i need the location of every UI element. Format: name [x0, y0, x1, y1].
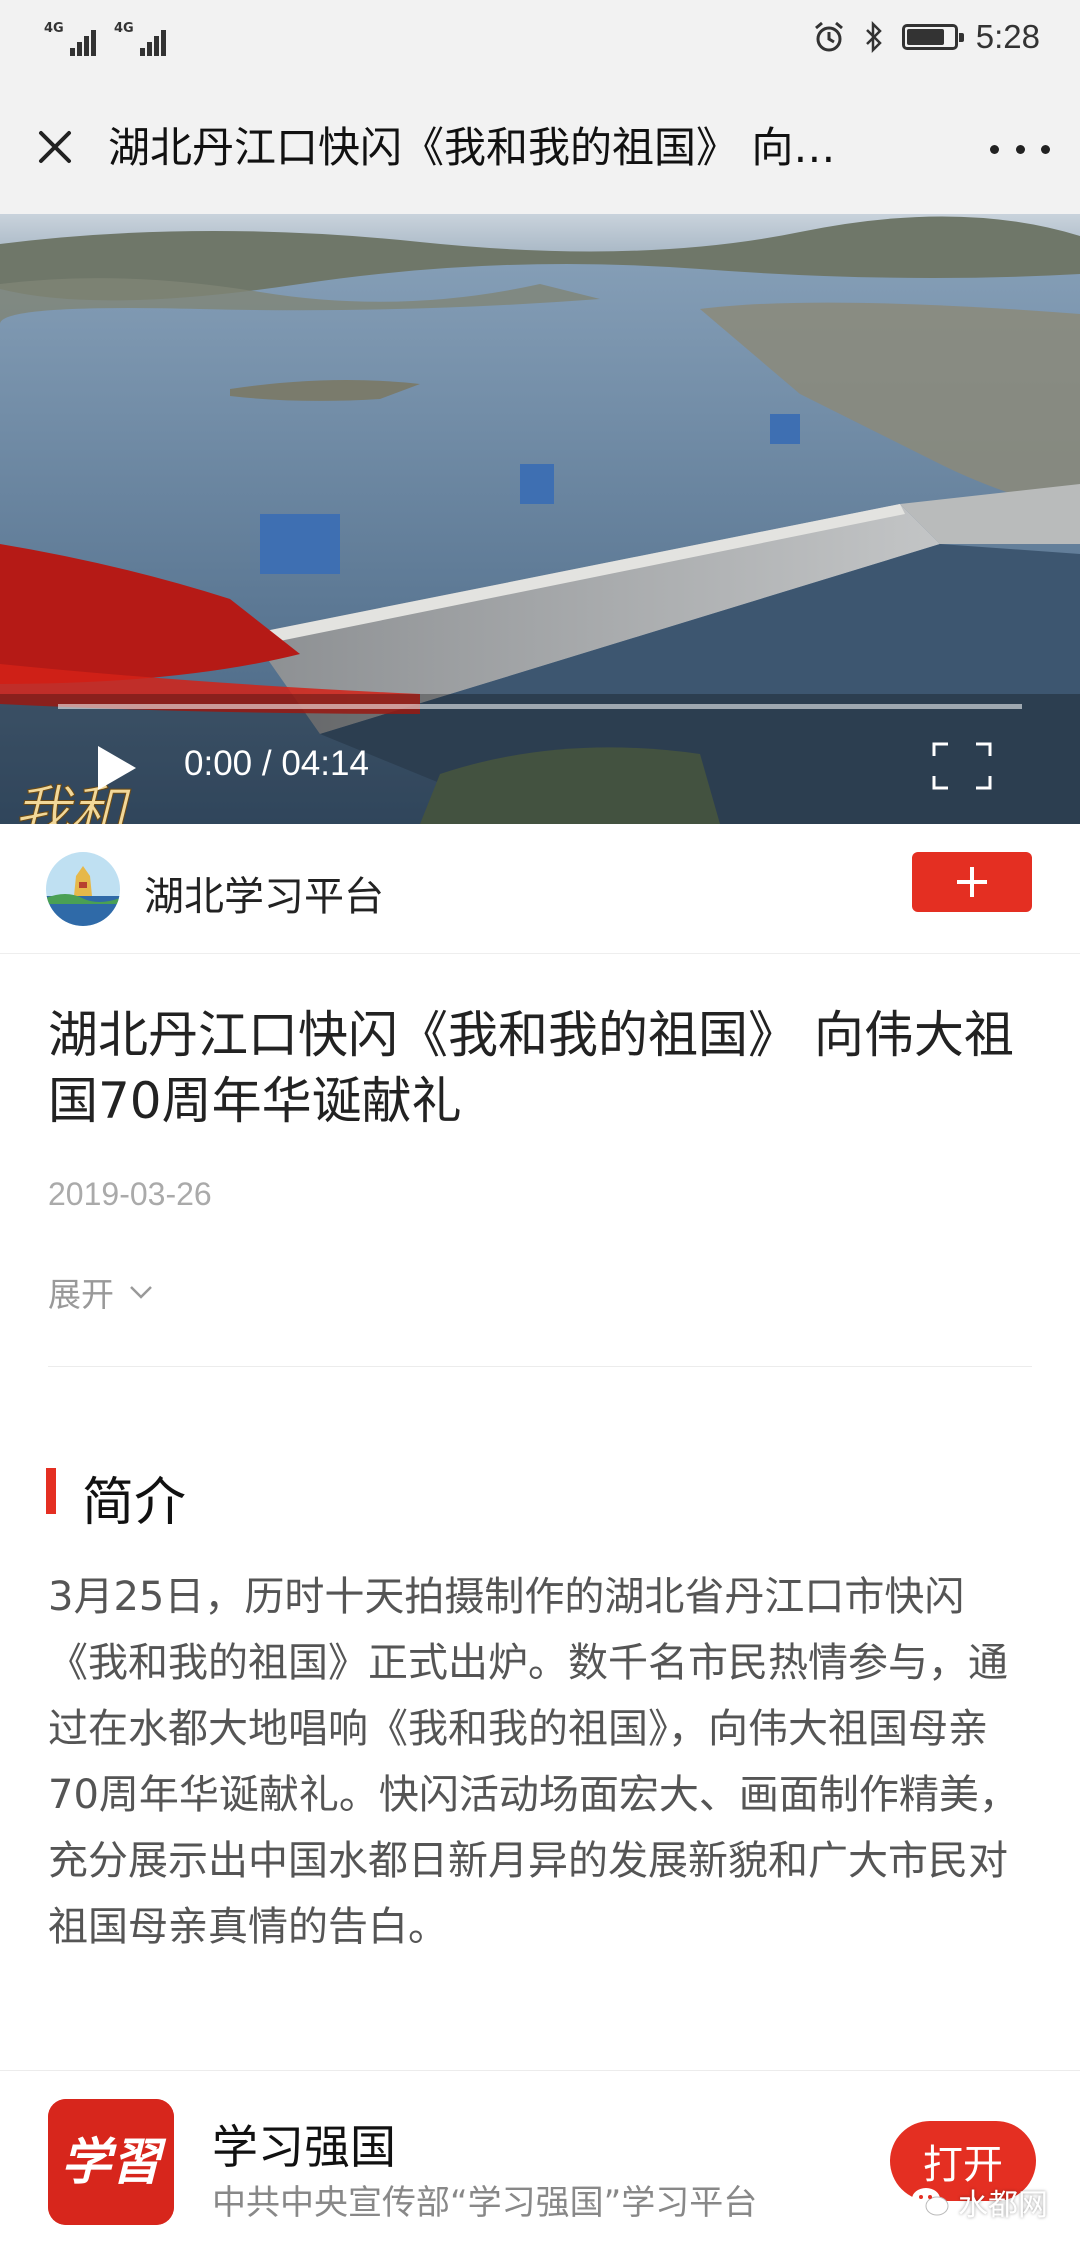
expand-toggle[interactable]: 展开: [48, 1268, 154, 1316]
more-icon[interactable]: [990, 124, 1050, 174]
logo-text: 学習: [61, 2132, 167, 2191]
intro-heading: 简介: [82, 1473, 187, 1533]
chevron-down-icon: [130, 1286, 152, 1299]
video-player[interactable]: 我和 我的 祖国: [0, 214, 1080, 824]
app-logo: 学習: [48, 2099, 174, 2225]
app-name: 学习强国: [212, 2120, 396, 2174]
section-marker: [46, 1468, 56, 1514]
channel-name[interactable]: 湖北学习平台: [144, 864, 384, 922]
signal-icon: 4G: [44, 22, 96, 56]
network-type-2: 4G: [114, 21, 134, 36]
duration: 04:14: [281, 744, 369, 783]
watermark: 水都网: [910, 2180, 1048, 2224]
article-title: 湖北丹江口快闪《我和我的祖国》 向伟大祖国70周年华诞献礼: [48, 1006, 1014, 1130]
video-frame: [0, 214, 1080, 824]
fullscreen-icon[interactable]: [930, 740, 994, 792]
signal-icon-2: 4G: [114, 22, 166, 56]
avatar[interactable]: [46, 852, 120, 926]
app-subtitle: 中共中央宣传部“学习强国”学习平台: [212, 2183, 758, 2223]
battery-icon: [901, 24, 964, 50]
battery-fill: [906, 29, 944, 45]
page-title: 湖北丹江口快闪《我和我的祖国》 向…: [108, 123, 836, 172]
video-time: 0:00 / 04:14: [184, 744, 369, 784]
follow-button[interactable]: [912, 852, 1032, 912]
time-separator: /: [261, 744, 272, 783]
expand-label: 展开: [48, 1275, 114, 1314]
play-icon[interactable]: [92, 740, 142, 796]
status-right: 5:28: [812, 18, 1040, 56]
video-seek-bar[interactable]: [58, 704, 1022, 709]
alarm-icon: [814, 21, 843, 52]
wechat-icon: [912, 2188, 949, 2216]
watermark-text: 水都网: [958, 2188, 1048, 2223]
close-icon[interactable]: [28, 120, 82, 174]
current-time: 0:00: [184, 744, 253, 783]
divider: [48, 1366, 1032, 1367]
status-bar: 4G 4G 5:28: [0, 0, 1080, 84]
bluetooth-icon: [865, 20, 882, 54]
clock: 5:28: [975, 18, 1040, 55]
network-type: 4G: [44, 21, 64, 36]
signal-group: 4G 4G: [44, 22, 166, 56]
intro-body: 3月25日，历时十天拍摄制作的湖北省丹江口市快闪《我和我的祖国》正式出炉。数千名…: [48, 1574, 1019, 1950]
article-date: 2019-03-26: [48, 1176, 212, 1212]
nav-bar: 湖北丹江口快闪《我和我的祖国》 向…: [0, 84, 1080, 214]
channel-row: 湖北学习平台: [0, 824, 1080, 954]
